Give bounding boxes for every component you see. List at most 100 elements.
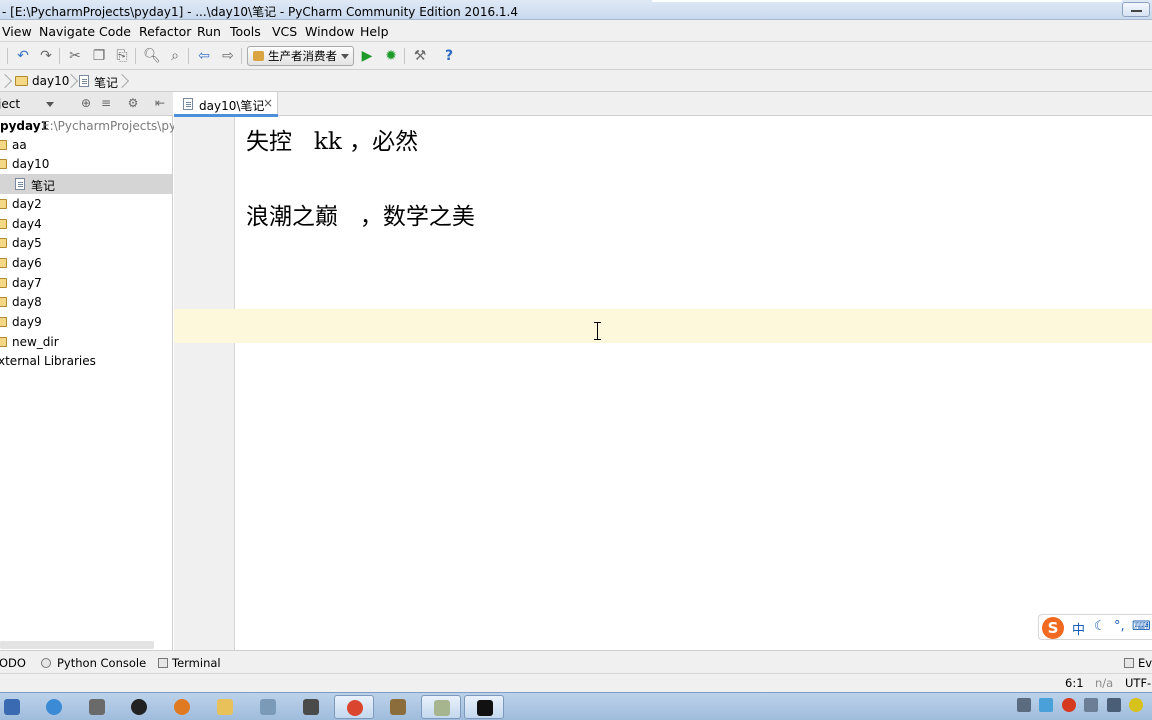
breadcrumb-file[interactable]: 笔记 (94, 74, 118, 91)
menu-navigate[interactable]: Navigate (39, 24, 95, 39)
tree-item-notes[interactable]: 笔记 (0, 174, 172, 194)
taskbar-chrome[interactable] (334, 695, 374, 719)
menu-vcs[interactable]: VCS (272, 24, 297, 39)
tree-item-day6[interactable]: day6 (0, 253, 172, 273)
tree-root[interactable]: pyday1 E:\PycharmProjects\pyda (0, 116, 191, 136)
event-log-tab[interactable]: Eve (1138, 656, 1152, 670)
editor-line-2[interactable]: 浪潮之巅 ，数学之美 (246, 197, 475, 231)
chevron-down-icon (341, 54, 349, 59)
tree-item-aa[interactable]: aa (0, 135, 172, 155)
menu-window[interactable]: Window (305, 24, 354, 39)
menu-help[interactable]: Help (360, 24, 389, 39)
undo-icon[interactable]: ↶ (14, 47, 32, 65)
taskbar-app[interactable] (77, 695, 117, 719)
tree-item-label: day9 (12, 315, 42, 329)
tree-item-day5[interactable]: day5 (0, 233, 172, 253)
run-icon[interactable]: ▶ (358, 47, 376, 65)
taskbar-pycharm[interactable] (464, 695, 504, 719)
folder-icon (0, 317, 7, 327)
title-highlight (652, 0, 1122, 2)
encoding-status[interactable]: UTF-8 (1125, 676, 1152, 690)
help-icon[interactable]: ? (440, 47, 458, 65)
volume-icon[interactable] (1084, 698, 1098, 712)
folder-icon (0, 337, 7, 347)
network-icon[interactable] (1107, 698, 1121, 712)
forward-icon[interactable]: ⇨ (219, 47, 237, 65)
hide-panel-icon[interactable]: ⇤ (153, 96, 167, 110)
terminal-tab[interactable]: Terminal (172, 656, 221, 670)
ime-toolbar[interactable]: S 中 ☾ °, ⌨ (1038, 614, 1152, 640)
tree-item-day9[interactable]: day9 (0, 312, 172, 332)
tree-item-external-libraries[interactable]: xternal Libraries (0, 351, 172, 371)
window-title: - [E:\PycharmProjects\pyday1] - ...\day1… (2, 5, 518, 19)
settings-icon[interactable]: ⚒ (411, 47, 429, 65)
menu-code[interactable]: Code (99, 24, 131, 39)
taskbar-qq[interactable] (119, 695, 159, 719)
start-button[interactable] (0, 695, 32, 719)
taskbar-firefox[interactable] (162, 695, 202, 719)
tree-item-day8[interactable]: day8 (0, 292, 172, 312)
current-line-highlight (174, 309, 1152, 343)
tray-icon[interactable] (1017, 698, 1031, 712)
tree-item-label: 笔记 (31, 179, 56, 193)
ime-chinese-mode[interactable]: 中 (1072, 619, 1085, 638)
python-console-tab[interactable]: Python Console (57, 656, 146, 670)
tree-item-day2[interactable]: day2 (0, 194, 172, 214)
redo-icon[interactable]: ↷ (37, 47, 55, 65)
project-view-select[interactable]: ject (0, 97, 20, 111)
tray-icon[interactable] (1062, 698, 1076, 712)
taskbar-app5[interactable] (421, 695, 461, 719)
menu-view[interactable]: View (2, 24, 32, 39)
chevron-right-icon (66, 73, 74, 89)
project-tree-scrollbar[interactable] (0, 641, 154, 649)
replace-icon[interactable]: ⌕ (166, 47, 184, 65)
file-icon (79, 75, 89, 87)
editor-line-1[interactable]: 失控 kk ，必然 (246, 122, 418, 156)
folder-icon (0, 140, 7, 150)
menu-refactor[interactable]: Refactor (139, 24, 191, 39)
chevron-down-icon[interactable] (46, 102, 54, 107)
menu-run[interactable]: Run (197, 24, 221, 39)
find-icon[interactable]: 🔍︎ (143, 47, 161, 65)
taskbar-app2[interactable] (248, 695, 288, 719)
taskbar-ie[interactable] (34, 695, 74, 719)
copy-icon[interactable]: ❐ (90, 47, 108, 65)
folder-icon (0, 238, 7, 248)
scroll-from-source-icon[interactable]: ⊕ (79, 96, 93, 110)
taskbar-app4[interactable] (378, 695, 418, 719)
menu-tools[interactable]: Tools (230, 24, 261, 39)
folder-icon (0, 199, 7, 209)
close-icon[interactable]: × (263, 96, 273, 110)
gear-icon[interactable]: ⚙ (126, 96, 140, 110)
tree-item-day7[interactable]: day7 (0, 273, 172, 293)
moon-icon[interactable]: ☾ (1094, 619, 1106, 634)
tree-item-new-dir[interactable]: new_dir (0, 332, 172, 352)
tree-item-label: day2 (12, 197, 42, 211)
tree-item-label: day4 (12, 217, 42, 231)
tray-icon[interactable] (1039, 698, 1053, 712)
editor-tab[interactable]: day10\笔记 × (174, 92, 278, 116)
toolbar-separator (59, 48, 60, 64)
tree-item-label: day10 (12, 157, 50, 171)
run-configuration-select[interactable]: 生产者消费者 (247, 46, 354, 66)
back-icon[interactable]: ⇦ (195, 47, 213, 65)
taskbar-app3[interactable] (291, 695, 331, 719)
file-icon (183, 98, 193, 110)
taskbar-explorer[interactable] (205, 695, 245, 719)
collapse-all-icon[interactable]: ≡ (99, 96, 113, 110)
chevron-right-icon (0, 73, 8, 89)
caret-position[interactable]: 6:1 (1065, 676, 1084, 690)
tree-item-day10[interactable]: day10 (0, 154, 172, 174)
menu-bar: View Navigate Code Refactor Run Tools VC… (0, 20, 1152, 42)
line-separator-status[interactable]: n/a (1095, 676, 1113, 690)
keyboard-icon[interactable]: ⌨ (1132, 619, 1151, 634)
tree-item-day4[interactable]: day4 (0, 214, 172, 234)
todo-tab[interactable]: ODO (0, 656, 26, 670)
debug-icon[interactable]: ✹ (382, 47, 400, 65)
tray-icon[interactable] (1129, 698, 1143, 712)
cut-icon[interactable]: ✂ (66, 47, 84, 65)
terminal-icon (158, 658, 168, 668)
paste-icon[interactable]: ⎘ (113, 47, 131, 65)
minimize-button[interactable] (1122, 2, 1150, 17)
punctuation-icon[interactable]: °, (1114, 619, 1125, 634)
